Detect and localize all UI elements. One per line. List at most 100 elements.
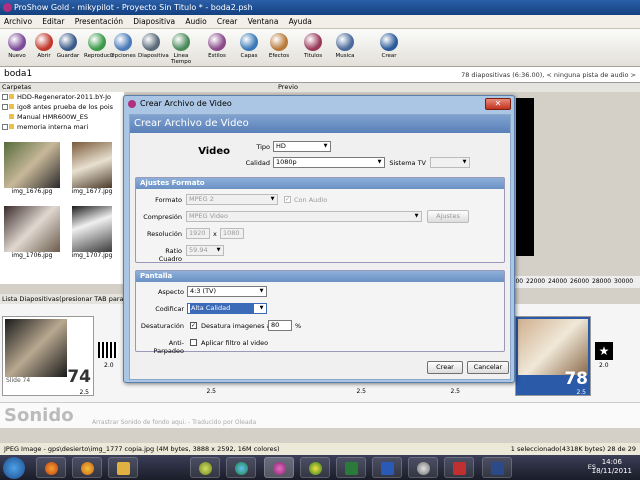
ajustes-button[interactable]: Ajustes — [427, 210, 469, 223]
folder-item[interactable]: Manual HMR600W_ES — [0, 112, 124, 122]
aspecto-select[interactable]: 4:3 (TV) ▼ — [187, 286, 267, 297]
toolbar-styles-button[interactable]: Estilos — [204, 31, 230, 59]
menu-crear[interactable]: Crear — [213, 15, 241, 29]
status-selection: 1 seleccionado(4318K bytes) 28 de 29 — [510, 445, 636, 453]
proshow-logo-icon — [128, 100, 136, 108]
desaturacion-label: Desaturación — [140, 322, 184, 330]
taskbar-app[interactable] — [300, 457, 330, 478]
toolbar-open-button[interactable]: Abrir — [31, 31, 57, 59]
taskbar-app[interactable] — [444, 457, 474, 478]
taskbar-app[interactable] — [226, 457, 256, 478]
toolbar-titles-button[interactable]: Titulos — [300, 31, 326, 59]
toolbar-label: Titulos — [303, 53, 323, 59]
ratio-cuadro-select[interactable]: 59.94 ▼ — [186, 245, 224, 256]
taskbar-photoshop[interactable] — [482, 457, 512, 478]
proshow-logo-icon — [3, 3, 12, 12]
ajustes-formato-section: Ajustes Formato Formato MPEG 2 ▼ ✓ Con Au… — [135, 177, 505, 263]
slide-item-selected[interactable]: 78 2.5 — [515, 316, 591, 396]
flicker-filter-checkbox[interactable] — [190, 339, 197, 346]
taskbar-firefox[interactable] — [36, 457, 66, 478]
close-button[interactable]: ✕ — [485, 98, 511, 110]
anti-parpadeo-label: Anti-Parpadeo — [153, 339, 185, 355]
expand-icon[interactable] — [2, 104, 8, 110]
resolution-width-input[interactable]: 1920 — [186, 228, 210, 239]
start-button[interactable] — [3, 457, 25, 479]
toolbar-label: Crear — [381, 53, 397, 59]
toolbar-effects-button[interactable]: Efectos — [266, 31, 292, 59]
menu-presentacion[interactable]: Presentación — [71, 15, 127, 29]
taskbar-app[interactable] — [408, 457, 438, 478]
toolbar-save-button[interactable]: Guardar — [55, 31, 81, 59]
menu-archivo[interactable]: Archivo — [0, 15, 36, 29]
window-title: ProShow Gold - mikypilot - Proyecto Sin … — [14, 3, 253, 12]
desaturate-checkbox[interactable]: ✓ — [190, 322, 197, 329]
folder-item[interactable]: memoria interna mari — [0, 122, 124, 132]
chevron-down-icon: ▼ — [216, 247, 221, 253]
toolbar-create-button[interactable]: Crear — [376, 31, 402, 59]
codificar-label: Codificar — [155, 305, 184, 313]
expand-icon[interactable] — [2, 94, 8, 100]
folder-icon — [9, 124, 14, 129]
resolution-height-input[interactable]: 1080 — [220, 228, 244, 239]
thumbnail[interactable]: img_1677.jpg — [64, 142, 120, 195]
show-info: 78 diapositivas (6:36.00), < ninguna pis… — [461, 71, 636, 79]
audio-track[interactable]: Sonido Arrastrar Sonido de fondo aqui. -… — [0, 402, 640, 428]
crear-button[interactable]: Crear — [427, 361, 463, 374]
con-audio-checkbox[interactable]: ✓ — [284, 196, 291, 203]
app-icon — [345, 462, 358, 475]
slide-duration: 2.5 — [450, 388, 460, 395]
toolbar-new-button[interactable]: Nuevo — [4, 31, 30, 59]
options-icon — [114, 33, 132, 51]
word-icon — [381, 462, 394, 475]
toolbar-play-button[interactable]: Reproducir — [84, 31, 114, 59]
taskbar-app[interactable] — [190, 457, 220, 478]
menu-ayuda[interactable]: Ayuda — [285, 15, 316, 29]
menu-audio[interactable]: Audio — [181, 15, 210, 29]
slide-item[interactable]: ★ 2.0 — [593, 316, 617, 396]
app-icon — [235, 462, 248, 475]
taskbar-clock[interactable]: 14:06 18/11/2011 — [592, 458, 632, 476]
slide-duration: 2.5 — [356, 388, 366, 395]
taskbar-app[interactable] — [336, 457, 366, 478]
expand-icon[interactable] — [2, 124, 8, 130]
toolbar-music-button[interactable]: Musica — [332, 31, 358, 59]
calidad-select[interactable]: 1080p ▼ — [273, 157, 385, 168]
formato-select[interactable]: MPEG 2 ▼ — [186, 194, 278, 205]
clock-date: 18/11/2011 — [591, 467, 632, 475]
show-name[interactable]: boda1 — [4, 69, 32, 79]
toolbar-label: Linea Tiempo — [170, 53, 192, 65]
toolbar-slide-button[interactable]: Diapositiva — [138, 31, 169, 59]
toolbar-options-button[interactable]: Opciones — [110, 31, 136, 59]
dialog-body: Crear Archivo de Video Video Tipo HD ▼ Ca… — [129, 114, 511, 380]
taskbar-media-player[interactable] — [72, 457, 102, 478]
menu-diapositiva[interactable]: Diapositiva — [129, 15, 179, 29]
desaturate-percent-input[interactable]: 80 — [268, 320, 292, 331]
menu-ventana[interactable]: Ventana — [244, 15, 283, 29]
slide-item[interactable]: Slide 74 74 2.5 — [2, 316, 94, 396]
toolbar-layers-button[interactable]: Capas — [236, 31, 262, 59]
thumbnail[interactable]: img_1676.jpg — [4, 142, 60, 195]
thumbnail[interactable]: img_1706.jpg — [4, 206, 60, 259]
folder-tree: HDD-Regenerator-2011.bY-Jo igo8 antes pr… — [0, 92, 124, 136]
photo-image — [72, 206, 112, 252]
compresion-label: Compresión — [143, 213, 182, 221]
folder-icon — [9, 114, 14, 119]
taskbar-folder[interactable] — [108, 457, 138, 478]
thumbnail[interactable]: img_1707.jpg — [64, 206, 120, 259]
chevron-down-icon: ▼ — [462, 159, 467, 165]
compresion-select[interactable]: MPEG Video ▼ — [186, 211, 422, 222]
codificar-select[interactable]: Alta Calidad ▼ — [187, 303, 267, 314]
taskbar-word[interactable] — [372, 457, 402, 478]
folder-item[interactable]: igo8 antes prueba de los pois — [0, 102, 124, 112]
timeline-ruler[interactable]: 200002200024000260002800030000 — [502, 276, 640, 288]
tipo-select[interactable]: HD ▼ — [273, 141, 331, 152]
sistema-tv-select[interactable]: ▼ — [430, 157, 470, 168]
layers-icon — [240, 33, 258, 51]
taskbar-proshow[interactable] — [264, 457, 294, 478]
cancelar-button[interactable]: Cancelar — [467, 361, 509, 374]
folder-item[interactable]: HDD-Regenerator-2011.bY-Jo — [0, 92, 124, 102]
slide-item[interactable]: 2.0 — [96, 316, 122, 396]
toolbar-timeline-button[interactable]: Linea Tiempo — [168, 31, 194, 65]
menu-editar[interactable]: Editar — [38, 15, 68, 29]
open-icon — [35, 33, 53, 51]
